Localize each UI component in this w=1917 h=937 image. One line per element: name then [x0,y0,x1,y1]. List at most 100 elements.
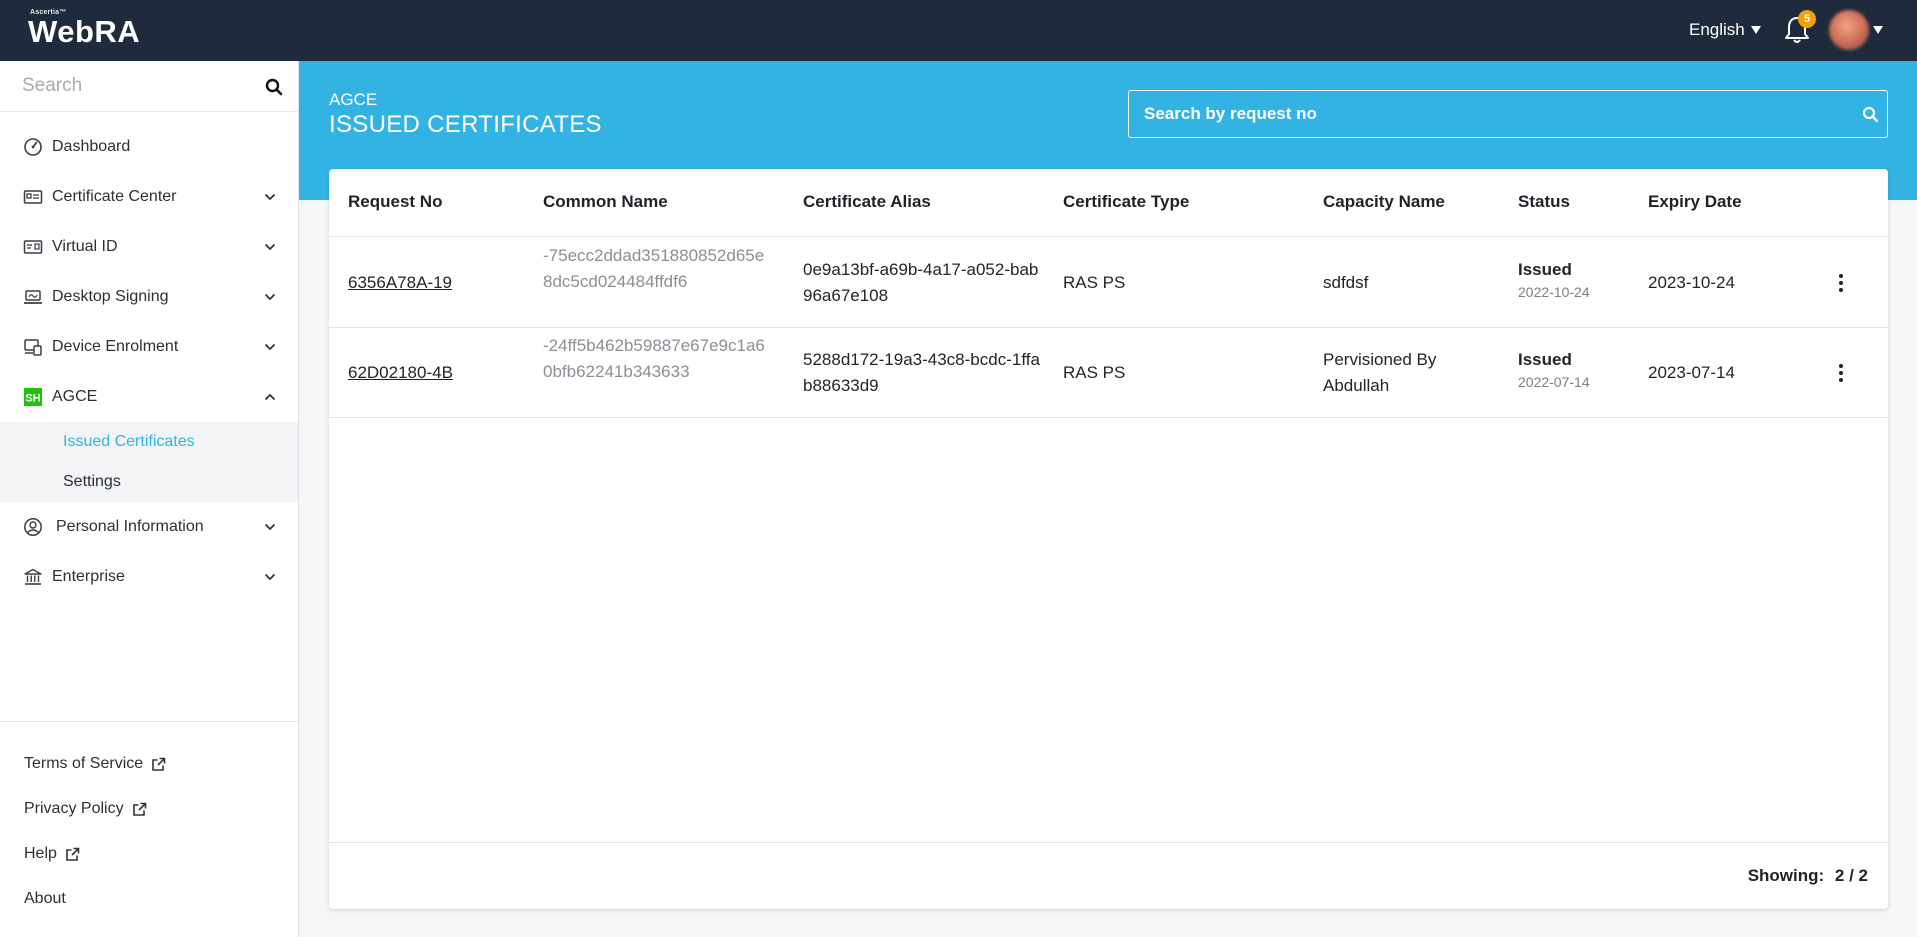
sidebar-search-input[interactable] [22,71,252,101]
column-header-capacity-name[interactable]: Capacity Name [1323,192,1445,212]
sidebar-item-label: AGCE [52,388,98,405]
caret-down-icon [1750,26,1761,34]
sidebar-subitem-settings[interactable]: Settings [0,462,298,502]
language-label: English [1689,20,1745,39]
sidebar-item-label: Virtual ID [52,238,118,255]
column-header-request-no[interactable]: Request No [348,192,442,212]
sidebar-divider [0,721,298,722]
request-no-link[interactable]: 6356A78A-19 [348,270,452,296]
sidebar-item-enterprise[interactable]: Enterprise [0,552,298,602]
sidebar-item-personal-information[interactable]: Personal Information [0,502,298,552]
language-selector[interactable]: English [1689,20,1761,40]
logo-name: WebRA [28,14,141,49]
sidebar-item-label: Desktop Signing [52,288,169,305]
agce-sh-icon: SH [24,388,42,406]
sidebar-item-certificate-center[interactable]: Certificate Center [0,172,298,222]
request-search-input[interactable] [1144,99,1824,129]
sidebar-item-label: Personal Information [56,518,204,535]
chevron-down-icon[interactable] [263,240,277,254]
capacity-name: sdfdsf [1323,273,1369,292]
certificate-alias: 0e9a13bf-a69b-4a17-a052-bab96a67e108 [803,260,1039,305]
capacity-name: Pervisioned By Abdullah [1323,350,1437,395]
sidebar-item-virtual-id[interactable]: Virtual ID [0,222,298,272]
expiry-date: 2023-10-24 [1648,273,1735,292]
page-subtitle: AGCE [329,90,378,109]
request-no-link[interactable]: 62D02180-4B [348,360,453,386]
expiry-date: 2023-07-14 [1648,363,1735,382]
certificate-alias: 5288d172-19a3-43c8-bcdc-1ffab88633d9 [803,350,1040,395]
column-header-expiry-date[interactable]: Expiry Date [1648,192,1742,212]
device-enrolment-icon [24,339,42,356]
sidebar-item-dashboard[interactable]: Dashboard [0,122,298,172]
sidebar-item-label: Device Enrolment [52,338,179,355]
sidebar-subitem-label: Issued Certificates [63,433,195,450]
notification-count-badge: 5 [1798,10,1816,28]
webra-logo[interactable]: Ascertia™ WebRA [28,9,140,48]
chevron-down-icon[interactable] [263,570,277,584]
status-date: 2022-07-14 [1518,374,1590,390]
external-link-icon [132,802,146,816]
request-search [1128,90,1888,138]
terms-of-service-link[interactable]: Terms of Service [24,755,166,773]
chevron-down-icon[interactable] [263,340,277,354]
chevron-up-icon[interactable] [263,390,277,404]
card-footer-divider [329,842,1888,843]
chevron-down-icon[interactable] [263,290,277,304]
column-header-status[interactable]: Status [1518,192,1570,212]
column-header-common-name[interactable]: Common Name [543,192,668,212]
showing-count: Showing: 2 / 2 [1748,866,1868,886]
footer-link-label: About [24,890,66,907]
help-link[interactable]: Help [24,845,80,863]
sidebar-item-desktop-signing[interactable]: Desktop Signing [0,272,298,322]
laptop-signing-icon [24,290,42,304]
search-icon[interactable] [265,78,283,96]
common-name: -24ff5b462b59887e67e9c1a60bfb62241b34363… [543,336,765,381]
status-cell: Issued 2022-07-14 [1518,347,1590,391]
sidebar-subitem-label: Settings [63,473,121,490]
column-header-certificate-alias[interactable]: Certificate Alias [803,192,931,212]
footer-link-label: Help [24,845,57,862]
sidebar-item-label: Certificate Center [52,188,177,205]
sidebar-subitem-issued-certificates[interactable]: Issued Certificates [0,422,298,462]
common-name: -75ecc2ddad351880852d65e8dc5cd024484ffdf… [543,246,765,291]
id-card-icon [23,240,43,254]
table-row: 62D02180-4B -24ff5b462b59887e67e9c1a60bf… [329,328,1888,418]
footer-link-label: Terms of Service [24,755,144,772]
external-link-icon [152,757,166,771]
table-header: Request No Common Name Certificate Alias… [329,169,1888,237]
certificate-type: RAS PS [1063,273,1126,292]
chevron-down-icon[interactable] [263,190,277,204]
search-icon[interactable] [1862,106,1879,123]
status-badge: Issued [1518,350,1572,369]
top-bar: Ascertia™ WebRA English 5 [0,0,1917,61]
row-actions-kebab-icon[interactable] [1831,271,1851,295]
page-title: ISSUED CERTIFICATES [329,111,602,138]
sidebar-item-device-enrolment[interactable]: Device Enrolment [0,322,298,372]
external-link-icon [66,847,80,861]
showing-value: 2 / 2 [1834,866,1868,885]
status-date: 2022-10-24 [1518,284,1590,300]
row-actions-kebab-icon[interactable] [1831,361,1851,385]
column-header-certificate-type[interactable]: Certificate Type [1063,192,1189,212]
about-link[interactable]: About [24,890,66,908]
svg-text:SH: SH [25,393,40,405]
status-badge: Issued [1518,260,1572,279]
privacy-policy-link[interactable]: Privacy Policy [24,800,147,818]
avatar-caret-icon[interactable] [1873,26,1883,34]
sidebar-item-agce[interactable]: SH AGCE [0,372,298,422]
certificate-type: RAS PS [1063,363,1126,382]
certificates-card: Request No Common Name Certificate Alias… [329,169,1888,909]
certificate-card-icon [23,190,43,204]
user-circle-icon [24,518,42,536]
sidebar-item-label: Dashboard [52,138,131,155]
status-cell: Issued 2022-10-24 [1518,257,1590,301]
footer-link-label: Privacy Policy [24,800,124,817]
avatar[interactable] [1829,10,1869,50]
showing-label: Showing: [1747,866,1825,885]
sidebar-item-label: Enterprise [52,568,125,585]
sidebar: Dashboard Certificate Center Virtual ID … [0,61,299,937]
table-row: 6356A78A-19 -75ecc2ddad351880852d65e8dc5… [329,238,1888,328]
dashboard-gauge-icon [24,138,42,156]
bank-building-icon [24,568,42,585]
chevron-down-icon[interactable] [263,520,277,534]
